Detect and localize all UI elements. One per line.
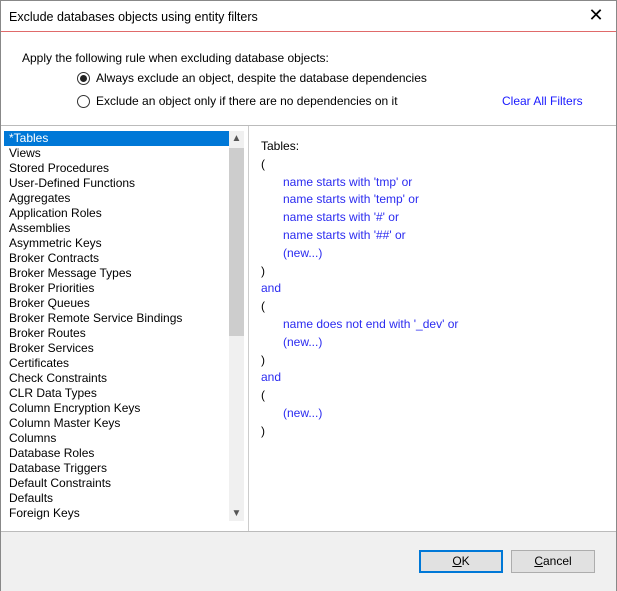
list-item[interactable]: Defaults: [4, 491, 229, 506]
list-item[interactable]: Asymmetric Keys: [4, 236, 229, 251]
list-item[interactable]: Broker Routes: [4, 326, 229, 341]
divider: [1, 125, 616, 126]
filter-heading: Tables:: [261, 139, 300, 153]
radio-always-exclude[interactable]: Always exclude an object, despite the da…: [77, 71, 427, 85]
radio-label: Exclude an object only if there are no d…: [96, 94, 398, 108]
object-type-list[interactable]: *Tables Views Stored Procedures User-Define…: [4, 131, 229, 521]
list-item[interactable]: Aggregates: [4, 191, 229, 206]
radio-label: Always exclude an object, despite the da…: [96, 71, 427, 85]
list-item[interactable]: Default Constraints: [4, 476, 229, 491]
scroll-down-icon[interactable]: ▼: [229, 506, 244, 521]
filter-operator[interactable]: and: [261, 280, 458, 298]
list-item[interactable]: Column Master Keys: [4, 416, 229, 431]
radio-unselected-icon: [77, 94, 90, 108]
list-item[interactable]: Broker Message Types: [4, 266, 229, 281]
list-item[interactable]: Application Roles: [4, 206, 229, 221]
filter-editor: Tables: (name starts with 'tmp' or name s…: [261, 138, 458, 441]
filter-condition[interactable]: name starts with '#' or: [261, 209, 458, 227]
list-item[interactable]: Assemblies: [4, 221, 229, 236]
filter-condition[interactable]: name starts with '##' or: [261, 227, 458, 245]
list-item[interactable]: User-Defined Functions: [4, 176, 229, 191]
filter-paren: ): [261, 263, 265, 278]
clear-all-filters-link[interactable]: Clear All Filters: [502, 94, 583, 108]
list-item[interactable]: Broker Priorities: [4, 281, 229, 296]
cancel-label: Cancel: [534, 554, 572, 568]
list-item[interactable]: Broker Queues: [4, 296, 229, 311]
filter-condition[interactable]: name starts with 'temp' or: [261, 191, 458, 209]
close-icon[interactable]: ✕: [584, 5, 608, 26]
list-item[interactable]: Foreign Keys: [4, 506, 229, 521]
list-item[interactable]: Broker Contracts: [4, 251, 229, 266]
filter-paren: (: [261, 388, 265, 403]
cancel-button[interactable]: Cancel: [511, 550, 595, 573]
scrollbar-thumb[interactable]: [229, 148, 244, 336]
radio-selected-icon: [77, 71, 90, 85]
ok-label: OK: [452, 554, 470, 568]
list-item[interactable]: Database Triggers: [4, 461, 229, 476]
filter-paren: ): [261, 423, 265, 438]
list-item[interactable]: Column Encryption Keys: [4, 401, 229, 416]
ok-button[interactable]: OK: [419, 550, 503, 573]
list-item[interactable]: Certificates: [4, 356, 229, 371]
list-scrollbar[interactable]: ▲ ▼: [229, 131, 244, 521]
list-item[interactable]: Database Roles: [4, 446, 229, 461]
filter-condition[interactable]: (new...): [261, 405, 458, 423]
filter-condition[interactable]: name does not end with '_dev' or: [261, 316, 458, 334]
filter-condition[interactable]: (new...): [261, 245, 458, 263]
title-bar: Exclude databases objects using entity f…: [1, 1, 616, 32]
filter-paren: (: [261, 156, 265, 171]
dialog-title: Exclude databases objects using entity f…: [9, 10, 258, 24]
filter-condition[interactable]: name starts with 'tmp' or: [261, 174, 458, 192]
list-item[interactable]: Check Constraints: [4, 371, 229, 386]
list-item[interactable]: Stored Procedures: [4, 161, 229, 176]
list-item[interactable]: CLR Data Types: [4, 386, 229, 401]
list-item[interactable]: Columns: [4, 431, 229, 446]
list-item[interactable]: Broker Remote Service Bindings: [4, 311, 229, 326]
scroll-up-icon[interactable]: ▲: [229, 131, 244, 146]
list-item[interactable]: *Tables: [4, 131, 229, 146]
filter-paren: (: [261, 299, 265, 314]
dialog-window: Exclude databases objects using entity f…: [0, 0, 617, 591]
list-item[interactable]: Views: [4, 146, 229, 161]
filter-condition[interactable]: (new...): [261, 334, 458, 352]
list-item[interactable]: Broker Services: [4, 341, 229, 356]
filter-operator[interactable]: and: [261, 369, 458, 387]
pane-divider: [248, 126, 249, 531]
rule-label: Apply the following rule when excluding …: [22, 51, 329, 65]
radio-exclude-no-dependencies[interactable]: Exclude an object only if there are no d…: [77, 94, 398, 108]
filter-paren: ): [261, 352, 265, 367]
